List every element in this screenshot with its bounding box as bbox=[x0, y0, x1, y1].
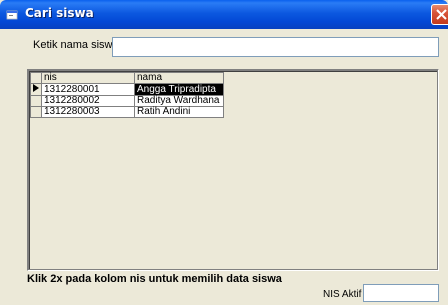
row-selector[interactable] bbox=[30, 83, 42, 96]
form-icon bbox=[6, 8, 18, 20]
table-row[interactable]: 1312280002 Raditya Wardhana bbox=[30, 95, 224, 107]
search-input[interactable] bbox=[112, 37, 439, 57]
cell-nis[interactable]: 1312280003 bbox=[41, 106, 135, 118]
search-label: Ketik nama siswa bbox=[33, 39, 119, 51]
close-icon bbox=[436, 9, 447, 20]
student-grid[interactable]: nis nama 1312280001 Angga Tripradipta 13… bbox=[27, 69, 439, 271]
row-selector[interactable] bbox=[30, 95, 42, 107]
column-header-nis[interactable]: nis bbox=[41, 72, 135, 84]
cell-nis[interactable]: 1312280001 bbox=[41, 83, 135, 96]
row-pointer-icon bbox=[33, 84, 39, 92]
title-bar[interactable]: Cari siswa bbox=[0, 0, 448, 29]
cell-nama[interactable]: Angga Tripradipta bbox=[134, 83, 224, 96]
cell-nama[interactable]: Raditya Wardhana bbox=[134, 95, 224, 107]
active-nis-field[interactable] bbox=[363, 284, 439, 302]
table-row[interactable]: 1312280001 Angga Tripradipta bbox=[30, 83, 224, 96]
grid-area: nis nama 1312280001 Angga Tripradipta 13… bbox=[29, 71, 437, 269]
close-button[interactable] bbox=[431, 4, 448, 25]
grid-corner-cell bbox=[30, 72, 42, 84]
row-selector[interactable] bbox=[30, 106, 42, 118]
column-header-nama[interactable]: nama bbox=[134, 72, 224, 84]
window-title: Cari siswa bbox=[25, 6, 94, 20]
active-nis-label: NIS Aktif bbox=[323, 289, 362, 300]
cell-nama[interactable]: Ratih Andini bbox=[134, 106, 224, 118]
instruction-text: Klik 2x pada kolom nis untuk memilih dat… bbox=[27, 273, 282, 285]
table-row[interactable]: 1312280003 Ratih Andini bbox=[30, 106, 224, 118]
search-student-window: Cari siswa Ketik nama siswa nis nama 131… bbox=[0, 0, 448, 305]
grid-header-row: nis nama bbox=[30, 72, 224, 84]
grid-table: nis nama 1312280001 Angga Tripradipta 13… bbox=[30, 72, 224, 118]
cell-nis[interactable]: 1312280002 bbox=[41, 95, 135, 107]
